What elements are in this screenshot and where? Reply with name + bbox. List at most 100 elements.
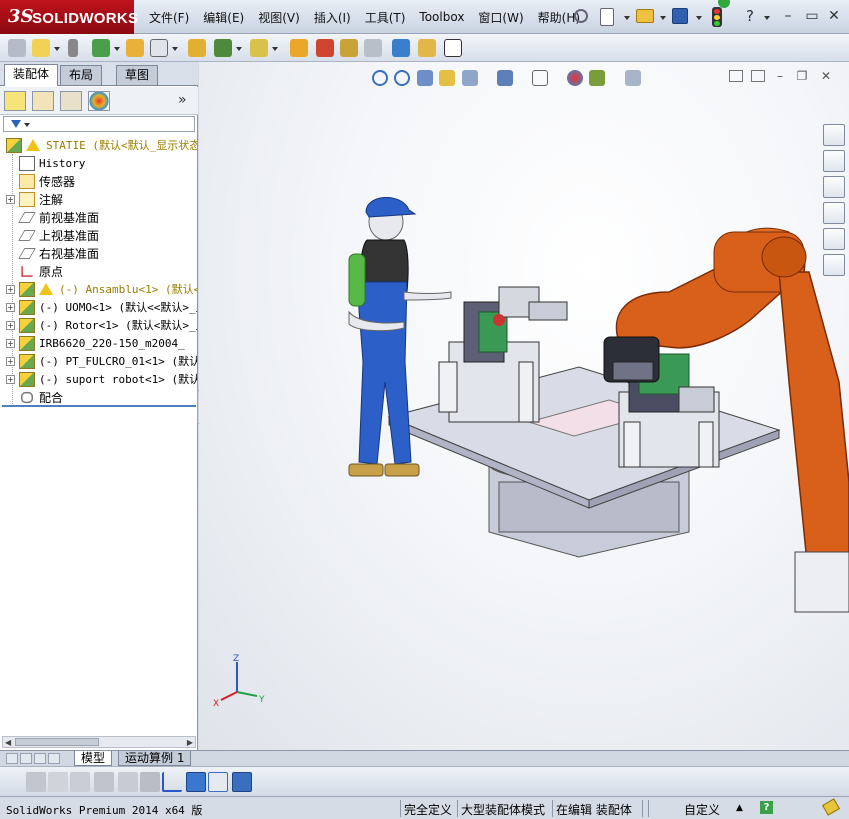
tab-model[interactable]: 模型: [74, 751, 113, 766]
menu-view[interactable]: 视图(V): [251, 9, 307, 26]
new-document-icon[interactable]: [600, 8, 614, 26]
chevron-down-icon[interactable]: [236, 47, 242, 51]
expand-toggle[interactable]: +: [6, 338, 15, 348]
assembly-features-icon[interactable]: [214, 39, 232, 57]
show-hidden-icon[interactable]: [188, 39, 206, 57]
pin-icon[interactable]: [574, 9, 588, 23]
tree-item-sensors[interactable]: 传感器: [0, 172, 197, 190]
filter-icon[interactable]: [11, 120, 21, 128]
tree-item-irb6620[interactable]: + IRB6620_220-150_m2004_: [0, 334, 197, 352]
expand-toggle[interactable]: +: [6, 374, 15, 384]
last-tab-button[interactable]: [48, 753, 60, 764]
save-icon[interactable]: [672, 8, 688, 24]
insert-component-icon[interactable]: [8, 39, 26, 57]
expand-toggle[interactable]: +: [6, 284, 15, 294]
status-help-button[interactable]: ?: [760, 801, 773, 814]
reference-geometry-icon[interactable]: [250, 39, 268, 57]
scroll-left-icon[interactable]: ◀: [5, 738, 11, 747]
previous-tab-button[interactable]: [20, 753, 32, 764]
expand-tabs-button[interactable]: »: [178, 92, 187, 108]
display-manager-tab-icon[interactable]: [88, 91, 110, 111]
mate-icon[interactable]: [68, 39, 78, 57]
tree-item-uomo[interactable]: + (-) UOMO<1> (默认<<默认>_显: [0, 298, 197, 316]
axis-icon[interactable]: [162, 772, 182, 792]
tree-item-mates[interactable]: 配合: [0, 388, 197, 406]
chevron-down-icon[interactable]: [624, 16, 630, 20]
clearance-verification-icon[interactable]: [418, 39, 436, 57]
expand-toggle[interactable]: +: [6, 320, 15, 330]
scroll-thumb[interactable]: [15, 738, 99, 746]
tree-item-history[interactable]: History: [0, 154, 197, 172]
menu-file[interactable]: 文件(F): [142, 9, 196, 26]
measure-icon[interactable]: [140, 772, 160, 792]
grid-icon[interactable]: [118, 772, 138, 792]
tree-item-rotor[interactable]: + (-) Rotor<1> (默认<默认>_显: [0, 316, 197, 334]
chevron-down-icon[interactable]: [696, 16, 702, 20]
new-part-icon[interactable]: [32, 39, 50, 57]
exploded-view-icon[interactable]: [340, 39, 358, 57]
menu-window[interactable]: 窗口(W): [471, 9, 530, 26]
home-icon[interactable]: [823, 124, 845, 146]
solidworks-logo[interactable]: 3S SOLIDWORKS: [0, 0, 138, 34]
linear-pattern-icon[interactable]: [92, 39, 110, 57]
graphics-area[interactable]: – ❐ ✕ Z X Y: [199, 62, 849, 750]
expand-toggle[interactable]: +: [6, 194, 15, 204]
tab-layout[interactable]: 布局: [60, 65, 103, 85]
configuration-manager-tab-icon[interactable]: [60, 91, 82, 111]
interference-detection-icon[interactable]: [392, 39, 410, 57]
appearances-icon[interactable]: [823, 228, 845, 250]
tree-item-annotations[interactable]: + 注解: [0, 190, 197, 208]
traffic-light-icon[interactable]: [712, 7, 722, 27]
tree-item-front-plane[interactable]: 前视基准面: [0, 208, 197, 226]
render-icon[interactable]: [232, 772, 252, 792]
chevron-down-icon[interactable]: [764, 16, 770, 20]
wireframe-icon[interactable]: [70, 772, 90, 792]
tree-filter[interactable]: [3, 116, 195, 132]
design-library-icon[interactable]: [823, 150, 845, 172]
table-icon[interactable]: [208, 772, 228, 792]
open-folder-icon[interactable]: [636, 9, 654, 23]
menu-toolbox[interactable]: Toolbox: [412, 10, 471, 24]
new-motion-study-icon[interactable]: [290, 39, 308, 57]
tree-item-ansamblu[interactable]: + (-) Ansamblu<1> (默认<默认_: [0, 280, 197, 298]
shaded-icon[interactable]: [26, 772, 46, 792]
view-cube-icon[interactable]: [186, 772, 206, 792]
chevron-down-icon[interactable]: [24, 123, 30, 127]
menu-edit[interactable]: 编辑(E): [196, 9, 251, 26]
custom-properties-icon[interactable]: [823, 254, 845, 276]
help-icon[interactable]: ?: [742, 9, 758, 24]
tab-motion-study[interactable]: 运动算例 1: [118, 751, 192, 766]
instant3d-icon[interactable]: [444, 39, 462, 57]
feature-manager-tab-icon[interactable]: [4, 91, 26, 111]
align-icon[interactable]: [94, 772, 114, 792]
tree-item-suport-robot[interactable]: + (-) suport robot<1> (默认<: [0, 370, 197, 388]
smart-fasteners-icon[interactable]: [126, 39, 144, 57]
units-menu-icon[interactable]: ▲: [736, 803, 743, 813]
rollback-bar[interactable]: [2, 405, 196, 407]
menu-insert[interactable]: 插入(I): [307, 9, 358, 26]
tab-assembly[interactable]: 装配体: [4, 64, 59, 86]
file-explorer-icon[interactable]: [823, 176, 845, 198]
bill-of-materials-icon[interactable]: [316, 39, 334, 57]
chevron-down-icon[interactable]: [660, 16, 666, 20]
tree-item-top-plane[interactable]: 上视基准面: [0, 226, 197, 244]
tree-item-origin[interactable]: 原点: [0, 262, 197, 280]
tree-item-pt-fulcro[interactable]: + (-) PT_FULCRO_01<1> (默认: [0, 352, 197, 370]
view-palette-icon[interactable]: [823, 202, 845, 224]
chevron-down-icon[interactable]: [54, 47, 60, 51]
tree-item-right-plane[interactable]: 右视基准面: [0, 244, 197, 262]
expand-toggle[interactable]: +: [6, 356, 15, 366]
chevron-down-icon[interactable]: [114, 47, 120, 51]
tree-root-statie[interactable]: STATIE (默认<默认_显示状态-1>): [0, 136, 197, 154]
expand-toggle[interactable]: +: [6, 302, 15, 312]
chevron-down-icon[interactable]: [172, 47, 178, 51]
maximize-button[interactable]: ▭: [804, 9, 820, 23]
minimize-button[interactable]: –: [780, 9, 796, 23]
property-manager-tab-icon[interactable]: [32, 91, 54, 111]
tab-sketch[interactable]: 草图: [116, 65, 159, 85]
status-units[interactable]: 自定义: [684, 801, 720, 818]
explode-line-sketch-icon[interactable]: [364, 39, 382, 57]
move-component-icon[interactable]: [150, 39, 168, 57]
menu-tools[interactable]: 工具(T): [358, 9, 413, 26]
next-tab-button[interactable]: [34, 753, 46, 764]
